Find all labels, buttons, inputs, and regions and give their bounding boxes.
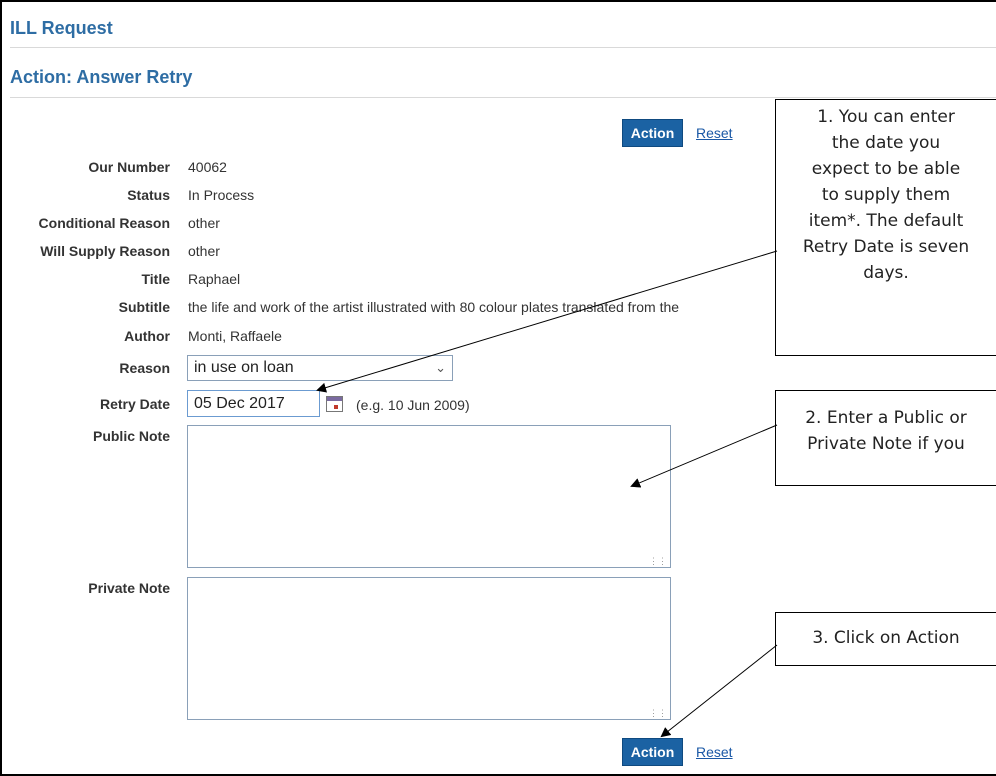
arrow-to-retry-date [316, 250, 778, 393]
callout-arrows [316, 250, 778, 738]
arrow-to-action-button [660, 644, 778, 738]
arrow-to-public-note [630, 424, 778, 488]
